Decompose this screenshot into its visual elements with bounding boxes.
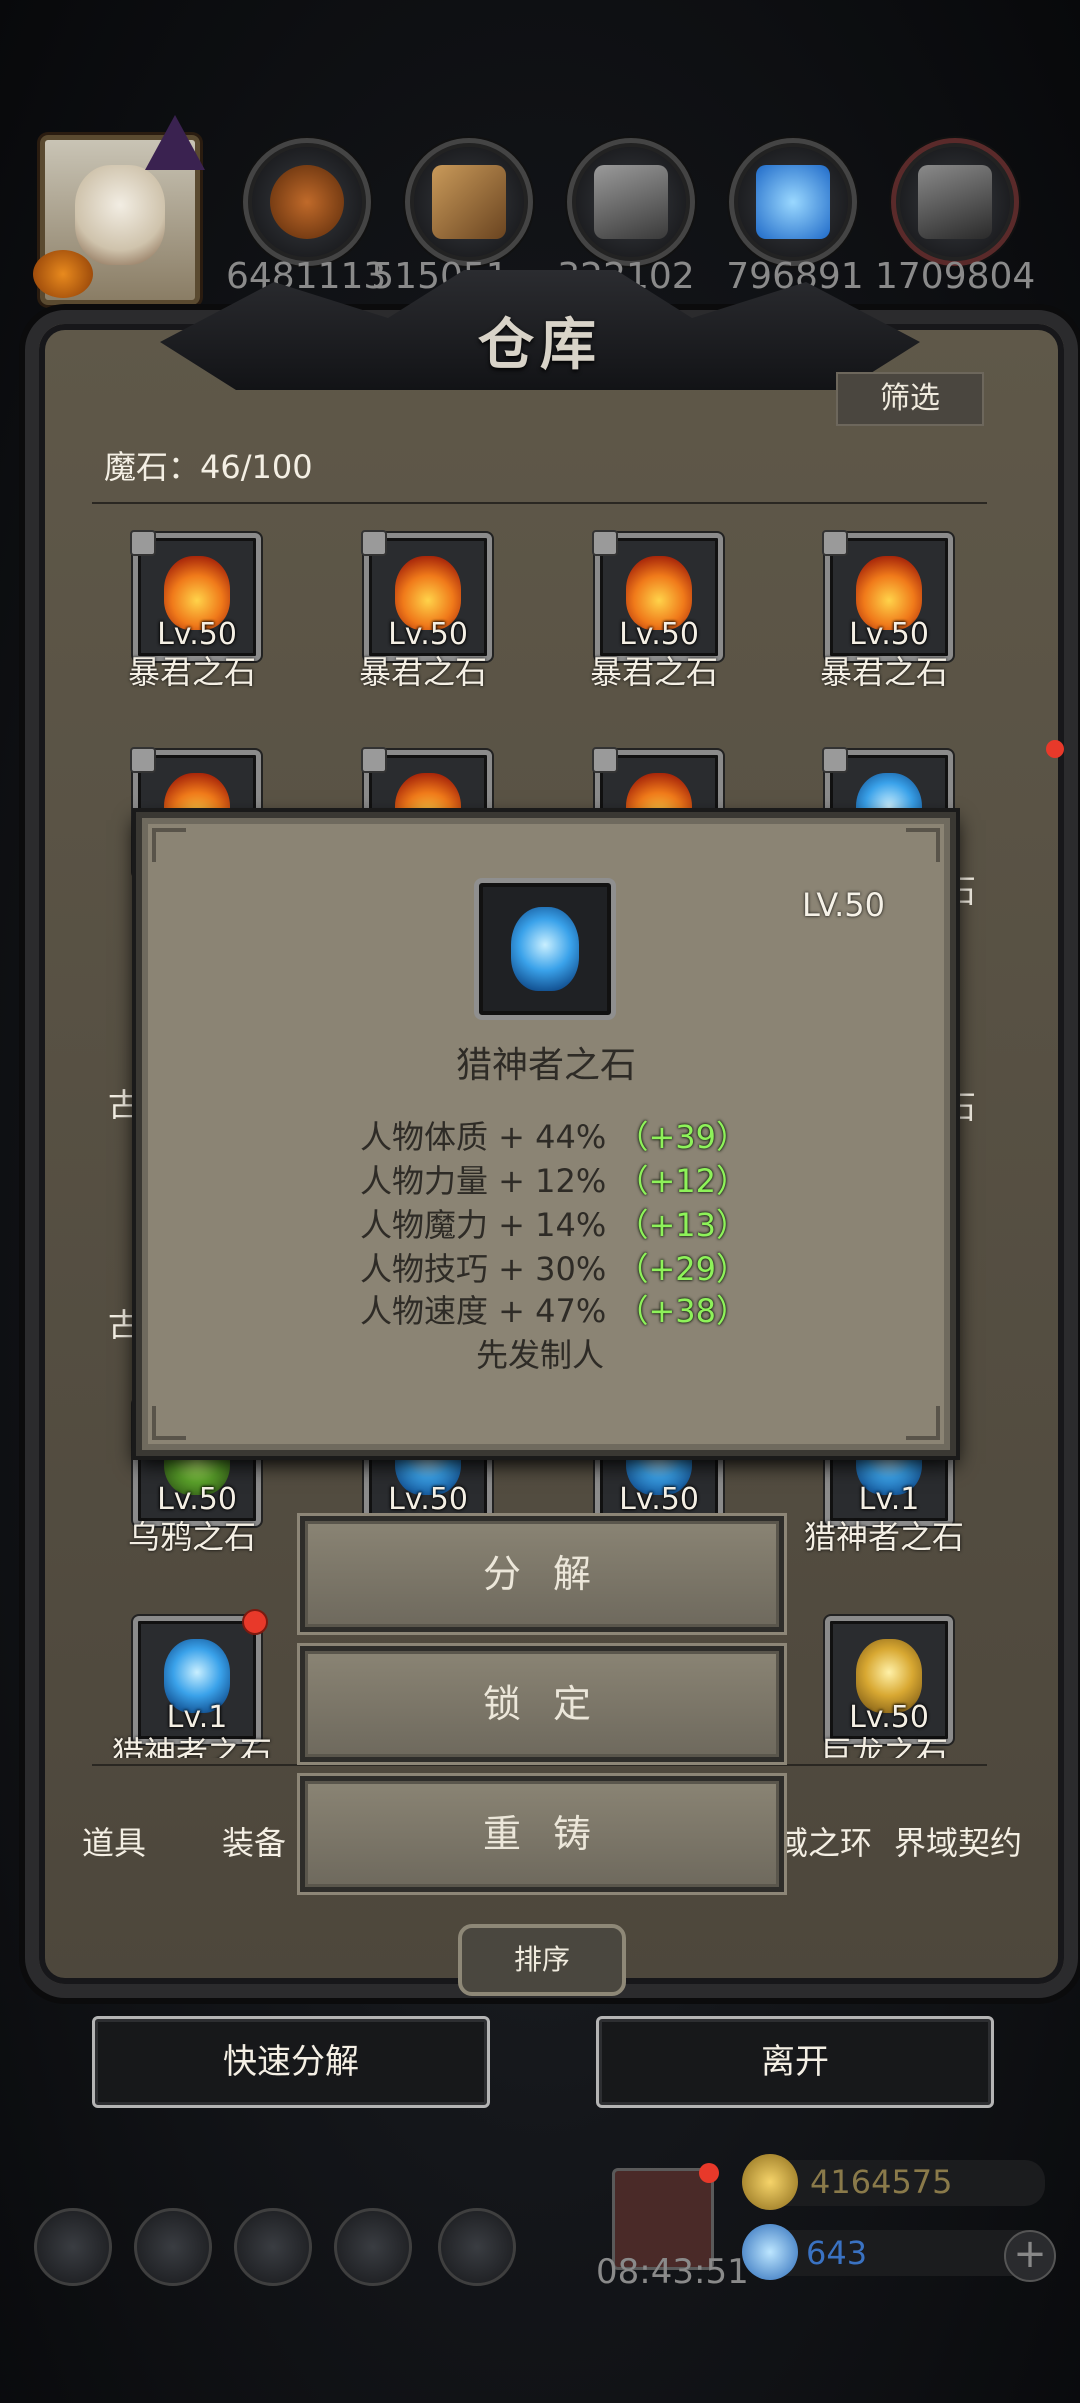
item-name: 暴君之石 <box>589 653 718 691</box>
god-hunter-stone-icon <box>511 907 579 991</box>
tab-realm-contract[interactable]: 界域契约 <box>894 1818 1022 1864</box>
witch-hat-icon <box>145 115 205 170</box>
item-level: Lv.50 <box>619 1482 699 1517</box>
filter-button[interactable]: 筛选 <box>836 372 984 426</box>
gem-value: 643 <box>806 2234 868 2272</box>
lock-icon <box>822 747 848 773</box>
warehouse-title: 仓库 <box>478 313 602 378</box>
wood-resource[interactable] <box>405 138 533 266</box>
notification-dot <box>699 2163 719 2183</box>
lock-icon <box>361 530 387 556</box>
item-level: LV.50 <box>802 886 885 924</box>
decompose-button[interactable]: 分 解 <box>300 1516 784 1632</box>
stat-bonus: （+39） <box>616 1118 749 1156</box>
crystal-icon <box>756 165 830 239</box>
pumpkin-icon <box>33 250 93 298</box>
wood-icon <box>432 165 506 239</box>
stat-row: 人物魔力 + 14% （+13） <box>360 1200 748 1246</box>
item-name: 暴君之石 <box>358 653 487 691</box>
divider <box>92 502 987 504</box>
tab-realm-ring[interactable]: 域之环 <box>776 1818 872 1864</box>
divider <box>92 1764 987 1766</box>
grid-item[interactable]: Lv.50 <box>130 530 261 661</box>
item-name: 巨龙之石 <box>819 1734 948 1758</box>
player-avatar[interactable] <box>33 115 205 305</box>
leave-button[interactable]: 离开 <box>596 2016 994 2108</box>
crystal-resource[interactable] <box>729 138 857 266</box>
item-level: Lv.50 <box>388 1482 468 1517</box>
iron-icon <box>918 165 992 239</box>
mail-icon[interactable] <box>334 2208 412 2286</box>
gift-timer: 08:43:51 <box>596 2252 749 2292</box>
lock-button[interactable]: 锁 定 <box>300 1646 784 1762</box>
item-name: 暴君之石 <box>127 653 256 691</box>
lock-icon <box>592 747 618 773</box>
stat-row: 人物技巧 + 30% （+29） <box>360 1244 748 1290</box>
item-name: 暴君之石 <box>819 653 948 691</box>
stat-label: 人物技巧 + 30% <box>360 1250 607 1288</box>
stat-row: 人物体质 + 44% （+39） <box>360 1112 748 1158</box>
gem-icon <box>742 2224 798 2280</box>
lock-icon <box>130 747 156 773</box>
lock-icon <box>592 530 618 556</box>
stone-icon <box>594 165 668 239</box>
sort-button[interactable]: 排序 <box>458 1924 626 1996</box>
grid-item[interactable]: Lv.50 <box>592 530 723 661</box>
item-name: 猎神者之石 <box>111 1734 272 1758</box>
tab-items[interactable]: 道具 <box>82 1818 146 1864</box>
item-icon-frame <box>474 878 616 1020</box>
reforge-button[interactable]: 重 铸 <box>300 1776 784 1892</box>
grid-item[interactable]: Lv.50 <box>822 530 953 661</box>
grid-item[interactable]: Lv.50 <box>361 530 492 661</box>
item-name: 猎神者之石 <box>803 1518 964 1556</box>
stat-label: 人物速度 + 47% <box>360 1292 607 1330</box>
item-name: 猎神者之石 <box>455 1045 636 1086</box>
new-badge <box>242 1609 268 1635</box>
quick-decompose-button[interactable]: 快速分解 <box>92 2016 490 2108</box>
popup-corner <box>906 1406 940 1440</box>
gold-value: 4164575 <box>810 2163 953 2201</box>
lock-icon <box>822 530 848 556</box>
popup-corner <box>906 828 940 862</box>
meat-resource[interactable] <box>243 138 371 266</box>
stat-label: 人物魔力 + 14% <box>360 1206 607 1244</box>
stat-row: 人物速度 + 47% （+38） <box>360 1286 748 1332</box>
iron-value: 1709804 <box>875 256 1036 297</box>
tab-equipment[interactable]: 装备 <box>222 1818 286 1864</box>
iron-resource[interactable] <box>891 138 1019 266</box>
settings-icon[interactable] <box>34 2208 112 2286</box>
popup-corner <box>152 828 186 862</box>
achievement-icon[interactable] <box>134 2208 212 2286</box>
magic-stone-count: 魔石：46/100 <box>104 448 313 486</box>
lock-icon <box>361 747 387 773</box>
grid-item[interactable]: Lv.1 <box>133 1609 268 1744</box>
stone-resource[interactable] <box>567 138 695 266</box>
grid-item[interactable]: Lv.50 <box>825 1616 953 1744</box>
notification-dot <box>1046 740 1064 758</box>
guild-icon[interactable] <box>234 2208 312 2286</box>
meat-icon <box>270 165 344 239</box>
item-detail-popup: LV.50 猎神者之石 人物体质 + 44% （+39） 人物力量 + 12% … <box>136 812 956 1456</box>
avatar-portrait-icon <box>75 165 165 265</box>
lock-icon <box>130 530 156 556</box>
stat-label: 人物力量 + 12% <box>360 1162 607 1200</box>
item-creator: 先发制人 <box>476 1336 605 1374</box>
stat-bonus: （+38） <box>616 1292 749 1330</box>
gold-coin-icon <box>742 2154 798 2210</box>
popup-corner <box>152 1406 186 1440</box>
item-name: 乌鸦之石 <box>127 1518 256 1556</box>
stat-row: 人物力量 + 12% （+12） <box>360 1156 748 1202</box>
stat-label: 人物体质 + 44% <box>360 1118 607 1156</box>
stat-bonus: （+29） <box>616 1250 749 1288</box>
stat-bonus: （+13） <box>616 1206 749 1244</box>
map-icon[interactable] <box>438 2208 516 2286</box>
stat-bonus: （+12） <box>616 1162 749 1200</box>
add-currency-button[interactable]: + <box>1004 2230 1056 2282</box>
